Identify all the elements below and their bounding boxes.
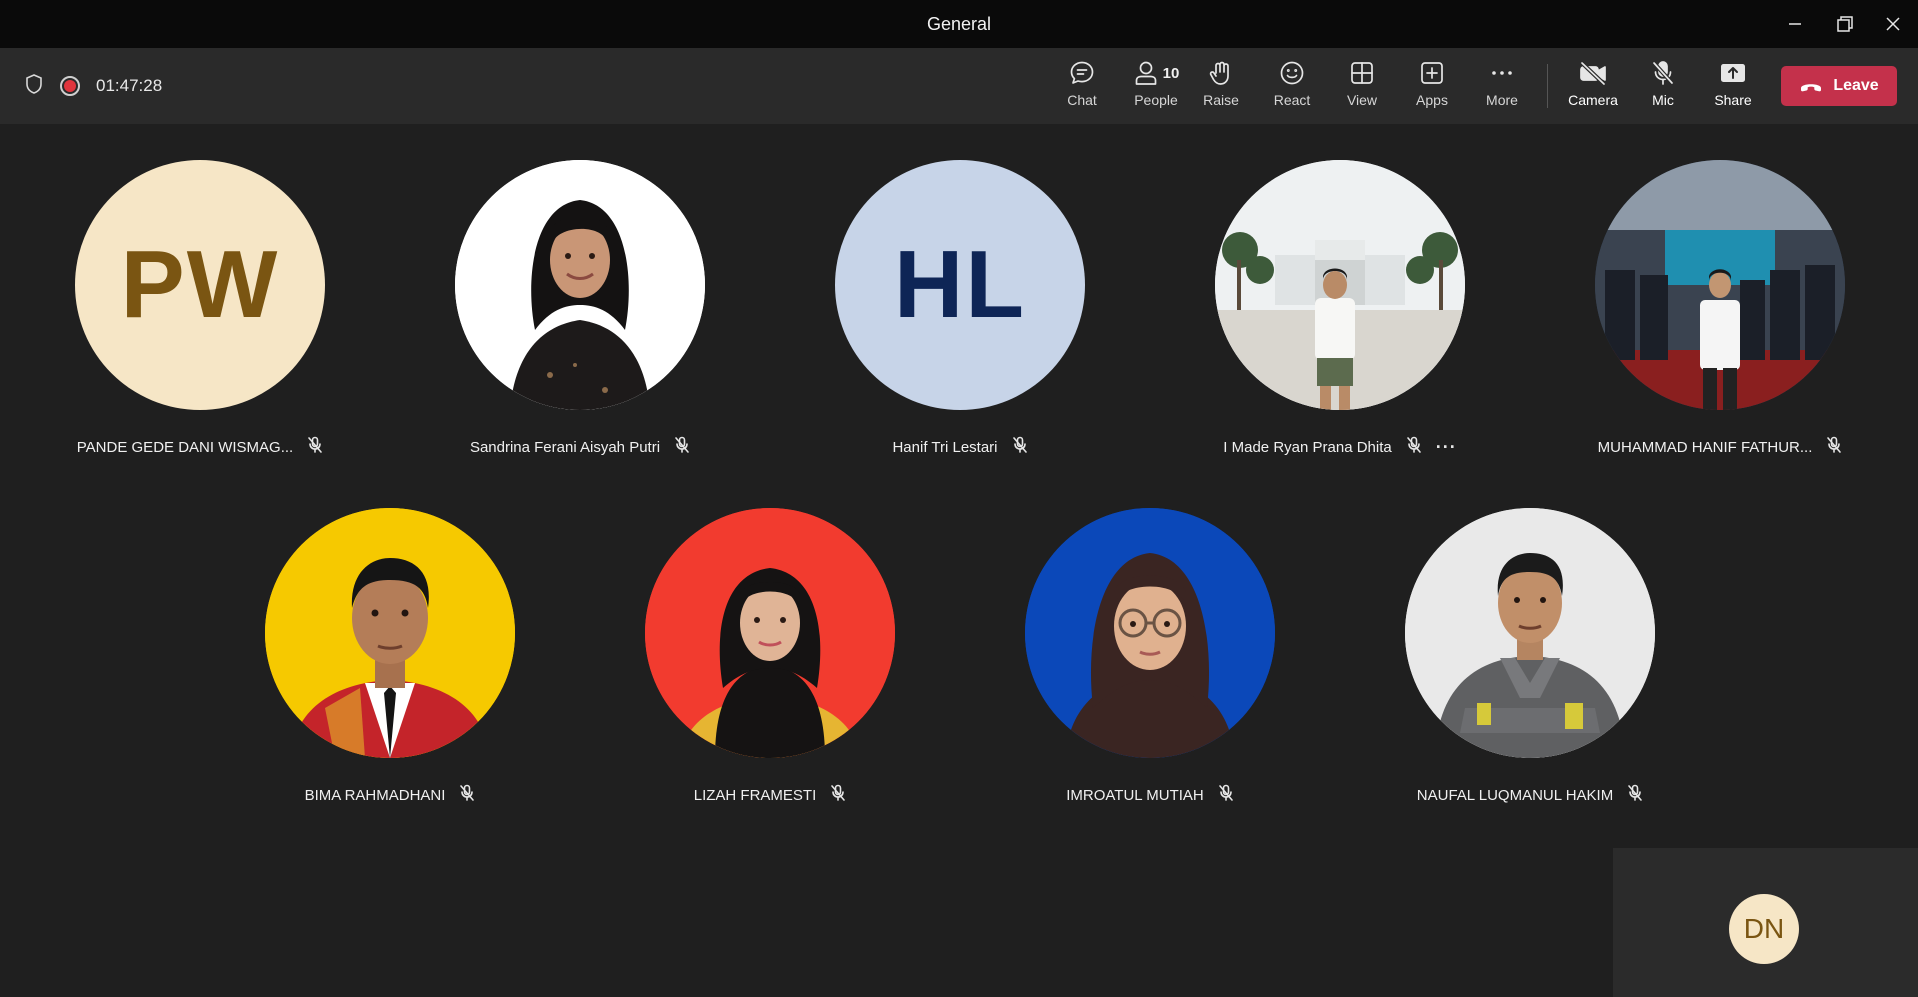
react-label: React: [1273, 92, 1311, 108]
self-avatar: DN: [1729, 894, 1799, 964]
apps-button[interactable]: Apps: [1397, 56, 1467, 118]
more-button[interactable]: More: [1467, 56, 1537, 118]
recording-icon[interactable]: [60, 76, 80, 96]
muted-mic-icon: [459, 784, 475, 807]
mic-button[interactable]: Mic: [1628, 56, 1698, 118]
more-label: More: [1486, 92, 1518, 108]
participant-avatar: [1405, 508, 1655, 758]
profile-photo: [1025, 508, 1275, 758]
restore-icon: [1837, 16, 1853, 32]
avatar-initials: PW: [120, 231, 280, 338]
participant-avatar: [265, 508, 515, 758]
participant-avatar: [1595, 160, 1845, 410]
raise-hand-icon: [1209, 61, 1229, 85]
participant-tile[interactable]: I Made Ryan Prana Dhita ···: [1175, 160, 1505, 490]
participant-avatar: HL: [835, 160, 1085, 410]
muted-mic-icon: [830, 784, 846, 807]
profile-photo: [1595, 160, 1845, 410]
participant-name: NAUFAL LUQMANUL HAKIM: [1416, 787, 1614, 804]
participant-tile[interactable]: MUHAMMAD HANIF FATHUR...: [1555, 160, 1885, 490]
muted-mic-icon: [1406, 436, 1422, 459]
shield-icon[interactable]: [24, 73, 44, 100]
participant-tile[interactable]: Sandrina Ferani Aisyah Putri: [415, 160, 745, 490]
chat-button[interactable]: Chat: [1047, 56, 1117, 118]
hang-up-icon: [1801, 84, 1822, 92]
participant-name: MUHAMMAD HANIF FATHUR...: [1597, 439, 1813, 456]
camera-button[interactable]: Camera: [1558, 56, 1628, 118]
smiley-icon: [1280, 61, 1304, 85]
meeting-timer: 01:47:28: [96, 76, 163, 95]
people-icon: [1135, 61, 1157, 85]
muted-mic-icon: [674, 436, 690, 459]
chat-label: Chat: [1067, 92, 1097, 108]
minimize-button[interactable]: [1770, 0, 1820, 48]
participant-name: IMROATUL MUTIAH: [1066, 787, 1204, 804]
participant-avatar: PW: [75, 160, 325, 410]
restore-button[interactable]: [1820, 0, 1870, 48]
meeting-toolbar: 01:47:28 Chat 10 People Raise React View…: [0, 48, 1918, 124]
apps-label: Apps: [1416, 92, 1448, 108]
profile-photo: [265, 508, 515, 758]
profile-photo: [1215, 160, 1465, 410]
close-button[interactable]: [1868, 0, 1918, 48]
participant-name: I Made Ryan Prana Dhita: [1223, 439, 1392, 456]
mic-label: Mic: [1652, 92, 1674, 108]
raise-label: Raise: [1203, 92, 1239, 108]
toolbar-divider: [1547, 64, 1548, 108]
muted-mic-icon: [1627, 784, 1643, 807]
participant-name: Hanif Tri Lestari: [892, 439, 998, 456]
profile-photo: [1405, 508, 1655, 758]
close-icon: [1886, 17, 1900, 31]
participant-name: Sandrina Ferani Aisyah Putri: [469, 439, 661, 456]
view-button[interactable]: View: [1327, 56, 1397, 118]
minimize-icon: [1789, 23, 1801, 25]
meeting-info: 01:47:28: [24, 48, 162, 124]
leave-label: Leave: [1833, 77, 1879, 94]
muted-mic-icon: [1012, 436, 1028, 459]
participant-avatar: [645, 508, 895, 758]
participant-name: PANDE GEDE DANI WISMAG...: [76, 439, 294, 456]
grid-view-icon: [1351, 62, 1373, 84]
participant-name: BIMA RAHMADHANI: [304, 787, 446, 804]
mic-off-icon: [1652, 61, 1674, 85]
share-button[interactable]: Share: [1698, 56, 1768, 118]
participant-tile[interactable]: HL Hanif Tri Lestari: [795, 160, 1125, 490]
profile-photo: [645, 508, 895, 758]
people-count: 10: [1162, 64, 1180, 82]
camera-off-icon: [1580, 61, 1606, 86]
self-view[interactable]: DN: [1613, 848, 1918, 997]
window-title: General: [926, 14, 992, 34]
participant-avatar: [1215, 160, 1465, 410]
participant-tile[interactable]: IMROATUL MUTIAH: [985, 508, 1315, 838]
people-label: People: [1134, 92, 1178, 108]
more-icon: [1492, 71, 1512, 75]
raise-hand-button[interactable]: Raise: [1186, 56, 1256, 118]
add-app-icon: [1421, 62, 1443, 84]
profile-photo: [455, 160, 705, 410]
view-label: View: [1346, 92, 1378, 108]
muted-mic-icon: [307, 436, 323, 459]
camera-label: Camera: [1568, 92, 1618, 108]
chat-icon: [1070, 61, 1094, 84]
muted-mic-icon: [1826, 436, 1842, 459]
react-button[interactable]: React: [1257, 56, 1327, 118]
participant-avatar: [455, 160, 705, 410]
participant-tile[interactable]: LIZAH FRAMESTI: [605, 508, 935, 838]
share-label: Share: [1714, 92, 1752, 108]
share-screen-icon: [1721, 64, 1745, 82]
participant-tile[interactable]: NAUFAL LUQMANUL HAKIM: [1365, 508, 1695, 838]
people-button[interactable]: 10 People: [1116, 56, 1196, 118]
participant-tile[interactable]: BIMA RAHMADHANI: [225, 508, 555, 838]
participant-tile[interactable]: PW PANDE GEDE DANI WISMAG...: [35, 160, 365, 490]
participant-avatar: [1025, 508, 1275, 758]
muted-mic-icon: [1218, 784, 1234, 807]
title-bar: General: [0, 0, 1918, 48]
participant-name: LIZAH FRAMESTI: [693, 787, 817, 804]
leave-button[interactable]: Leave: [1781, 66, 1897, 106]
avatar-initials: HL: [894, 231, 1026, 338]
participant-more-icon[interactable]: ···: [1436, 437, 1457, 458]
